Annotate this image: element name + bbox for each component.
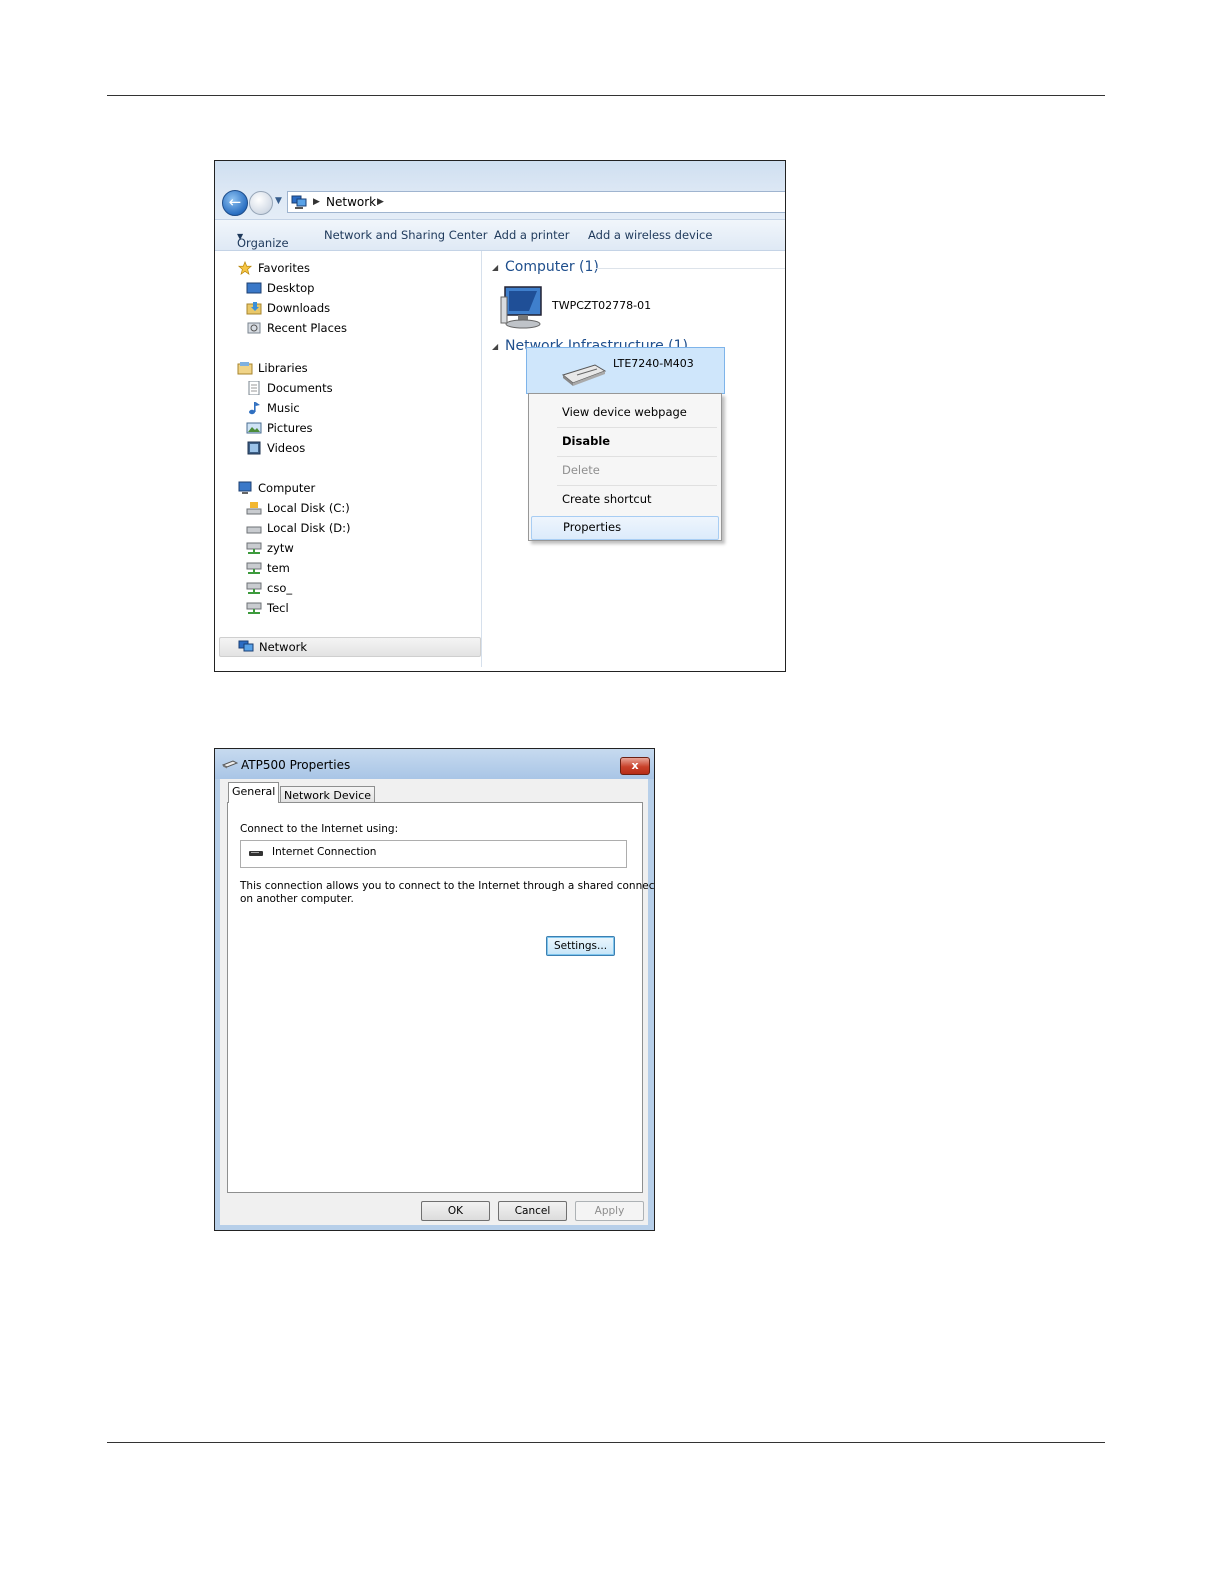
address-bar[interactable]: ▶ Network ▶ bbox=[287, 191, 785, 213]
group-header-computer[interactable]: Computer (1) bbox=[505, 259, 599, 275]
explorer-window: ← ▼ ▶ Network ▶ Organize ▼ Network and S… bbox=[214, 160, 786, 672]
command-bar: Organize ▼ Network and Sharing Center Ad… bbox=[215, 219, 785, 251]
device-name: LTE7240-M403 bbox=[613, 357, 694, 370]
router-icon bbox=[222, 760, 238, 769]
drive-icon bbox=[246, 526, 262, 534]
apply-button: Apply bbox=[575, 1201, 644, 1221]
router-icon bbox=[561, 364, 607, 386]
connection-device-icon bbox=[249, 851, 263, 856]
context-menu: View device webpage Disable Delete Creat… bbox=[528, 393, 722, 541]
menu-delete: Delete bbox=[562, 463, 600, 477]
navigation-pane: Favorites Desktop Downloads Recent Place… bbox=[219, 251, 482, 667]
libraries-icon bbox=[237, 362, 253, 375]
desktop-icon bbox=[246, 282, 262, 294]
system-drive-icon bbox=[246, 502, 262, 515]
tab-panel-general: Connect to the Internet using: Internet … bbox=[227, 802, 654, 1193]
downloads-folder-icon bbox=[246, 302, 262, 315]
star-icon bbox=[237, 261, 253, 275]
history-dropdown-icon[interactable]: ▼ bbox=[275, 196, 282, 206]
connection-description-line-1: This connection allows you to connect to… bbox=[240, 880, 655, 892]
network-sharing-center-button[interactable]: Network and Sharing Center bbox=[324, 228, 487, 242]
recent-places-icon bbox=[247, 322, 261, 334]
cancel-button[interactable]: Cancel bbox=[498, 1201, 567, 1221]
breadcrumb-network[interactable]: Network bbox=[326, 192, 376, 212]
tab-general[interactable]: General bbox=[228, 782, 280, 803]
network-drive-icon bbox=[246, 542, 262, 554]
menu-properties[interactable]: Properties bbox=[531, 516, 719, 540]
connection-description-line-2: on another computer. bbox=[240, 893, 354, 905]
network-icon bbox=[291, 195, 307, 209]
connection-name: Internet Connection bbox=[272, 846, 377, 858]
pictures-icon bbox=[246, 422, 262, 434]
network-drive-icon bbox=[246, 602, 262, 614]
network-drive-icon bbox=[246, 562, 262, 574]
dialog-title: ATP500 Properties bbox=[241, 758, 351, 772]
computer-tile[interactable]: TWPCZT02778-01 bbox=[499, 285, 679, 331]
device-tile-selected[interactable]: LTE7240-M403 bbox=[526, 347, 725, 394]
computer-name: TWPCZT02778-01 bbox=[552, 299, 652, 312]
connection-field: Internet Connection bbox=[240, 840, 627, 868]
properties-dialog: ATP500 Properties x General Network Devi… bbox=[214, 748, 655, 1231]
add-wireless-device-button[interactable]: Add a wireless device bbox=[588, 228, 712, 242]
ok-button[interactable]: OK bbox=[421, 1201, 490, 1221]
explorer-toolbar: ← ▼ ▶ Network ▶ bbox=[215, 161, 785, 219]
collapse-triangle-icon[interactable]: ◢ bbox=[492, 263, 498, 272]
menu-view-device-webpage[interactable]: View device webpage bbox=[531, 399, 717, 425]
forward-button[interactable] bbox=[249, 191, 273, 215]
dialog-body: General Network Device Connect to the In… bbox=[220, 779, 654, 1225]
menu-disable[interactable]: Disable bbox=[531, 428, 717, 454]
breadcrumb-separator-icon[interactable]: ▶ bbox=[377, 192, 384, 212]
connect-using-label: Connect to the Internet using: bbox=[240, 823, 399, 835]
network-icon bbox=[238, 640, 254, 652]
back-button[interactable]: ← bbox=[222, 190, 248, 216]
breadcrumb-separator-icon: ▶ bbox=[313, 197, 320, 207]
header-rule bbox=[107, 95, 1105, 96]
add-printer-button[interactable]: Add a printer bbox=[494, 228, 569, 242]
collapse-triangle-icon[interactable]: ◢ bbox=[492, 342, 498, 351]
computer-monitor-icon bbox=[500, 286, 542, 329]
videos-icon bbox=[247, 441, 261, 455]
menu-create-shortcut[interactable]: Create shortcut bbox=[531, 486, 717, 512]
documents-icon bbox=[248, 381, 260, 395]
network-drive-icon bbox=[246, 582, 262, 594]
dialog-titlebar[interactable]: ATP500 Properties x bbox=[215, 749, 654, 779]
footer-rule bbox=[107, 1442, 1105, 1443]
organize-menu[interactable]: Organize ▼ bbox=[237, 228, 289, 250]
close-button[interactable]: x bbox=[620, 757, 650, 775]
group-divider bbox=[596, 268, 785, 269]
music-icon bbox=[249, 402, 260, 415]
settings-button[interactable]: Settings... bbox=[546, 936, 615, 956]
computer-icon bbox=[238, 481, 252, 494]
nav-network[interactable]: Network bbox=[219, 637, 481, 657]
